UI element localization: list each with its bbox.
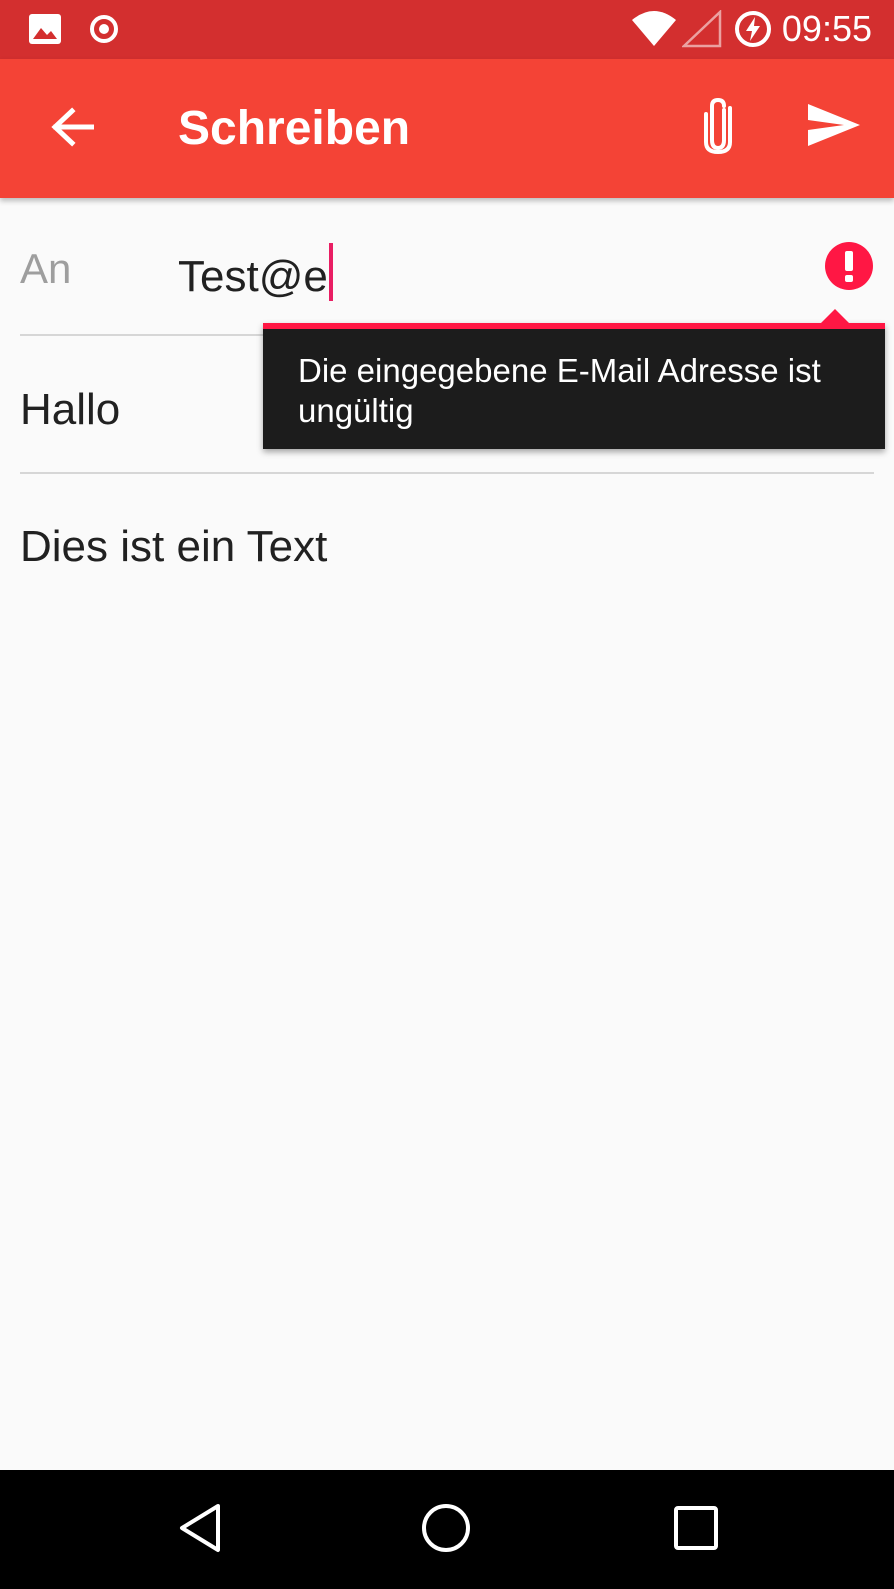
nav-recents-button[interactable] — [664, 1498, 728, 1562]
paperclip-icon — [702, 96, 734, 159]
wifi-icon — [630, 10, 678, 53]
attach-button[interactable] — [686, 91, 750, 163]
subject-field[interactable]: Hallo — [20, 385, 120, 435]
record-icon — [88, 13, 120, 50]
battery-charging-icon — [734, 10, 772, 53]
back-button[interactable] — [40, 97, 104, 161]
signal-icon — [680, 9, 722, 53]
send-icon — [806, 102, 862, 153]
send-button[interactable] — [798, 95, 870, 159]
nav-back-icon — [176, 1502, 224, 1559]
nav-home-icon — [420, 1502, 472, 1559]
error-tooltip-pointer — [821, 309, 849, 323]
to-row: An Test@e — [20, 198, 874, 336]
image-icon — [28, 13, 62, 50]
text-caret — [328, 243, 333, 301]
status-time: 09:55 — [781, 8, 872, 49]
status-bar: 09:55 — [0, 0, 894, 59]
to-label: An — [20, 245, 72, 292]
nav-recents-icon — [673, 1505, 719, 1556]
page-title: Schreiben — [178, 102, 411, 155]
app-bar: Schreiben — [0, 59, 894, 198]
error-message: Die eingegebene E-Mail Adresse ist ungül… — [298, 352, 821, 429]
nav-back-button[interactable] — [168, 1498, 232, 1562]
navigation-bar — [0, 1470, 894, 1589]
nav-home-button[interactable] — [414, 1498, 478, 1562]
error-icon[interactable] — [824, 241, 874, 291]
back-arrow-icon — [50, 106, 95, 152]
to-field-value: Test@e — [178, 252, 328, 301]
to-field[interactable]: Test@e — [178, 243, 333, 302]
body-field[interactable]: Dies ist ein Text — [20, 522, 327, 572]
divider — [20, 472, 874, 474]
error-tooltip: Die eingegebene E-Mail Adresse ist ungül… — [263, 309, 885, 449]
